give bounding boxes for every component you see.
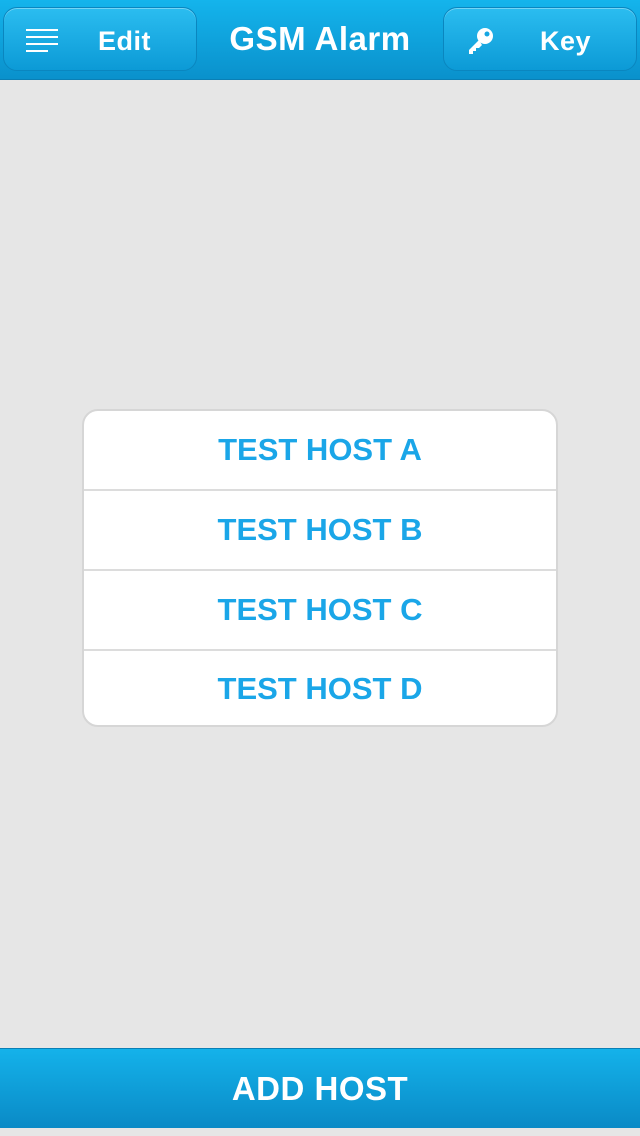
edit-button-label: Edit [98,26,151,56]
edit-button[interactable]: Edit [3,7,197,71]
top-nav-bar: Edit GSM Alarm Key [0,0,640,80]
host-item-d[interactable]: TEST HOST D [84,651,556,725]
menu-icon [26,29,58,52]
key-button-label: Key [540,26,592,56]
host-item-a[interactable]: TEST HOST A [84,411,556,491]
add-host-button[interactable]: ADD HOST [0,1048,640,1128]
page-title: GSM Alarm [229,20,411,57]
host-item-c[interactable]: TEST HOST C [84,571,556,651]
host-list: TEST HOST A TEST HOST B TEST HOST C TEST… [82,409,558,727]
key-icon [469,28,493,54]
key-button[interactable]: Key [443,7,637,71]
host-item-b[interactable]: TEST HOST B [84,491,556,571]
